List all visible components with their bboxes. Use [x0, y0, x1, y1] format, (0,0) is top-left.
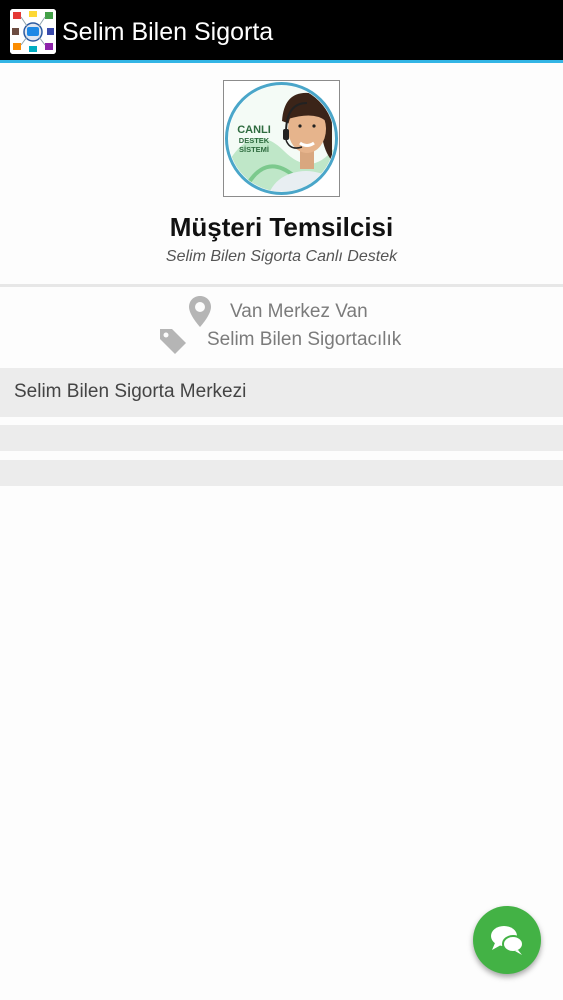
list-item[interactable]: Selim Bilen Sigorta Merkezi — [0, 368, 563, 417]
list-item[interactable] — [0, 425, 563, 451]
chat-bubbles-icon — [491, 926, 524, 955]
chat-button[interactable] — [473, 906, 541, 974]
location-text: Van Merkez Van — [230, 301, 368, 322]
tag-icon — [158, 327, 188, 360]
app-bar: Selim Bilen Sigorta — [0, 0, 563, 63]
badge-line-2: DESTEK — [239, 136, 270, 145]
badge-line-3: SİSTEMİ — [239, 145, 269, 154]
divider — [0, 284, 563, 287]
list-item-label: Selim Bilen Sigorta Merkezi — [14, 381, 247, 402]
list-item[interactable] — [0, 460, 563, 486]
app-title: Selim Bilen Sigorta — [62, 18, 274, 46]
profile-name: Müşteri Temsilcisi — [169, 212, 394, 242]
app-logo-icon[interactable] — [10, 9, 56, 54]
profile-subtitle: Selim Bilen Sigorta Canlı Destek — [165, 248, 398, 265]
avatar[interactable]: CANLI DESTEK SİSTEMİ — [223, 80, 340, 197]
badge-line-1: CANLI — [237, 124, 271, 136]
category-text: Selim Bilen Sigortacılık — [207, 329, 402, 350]
